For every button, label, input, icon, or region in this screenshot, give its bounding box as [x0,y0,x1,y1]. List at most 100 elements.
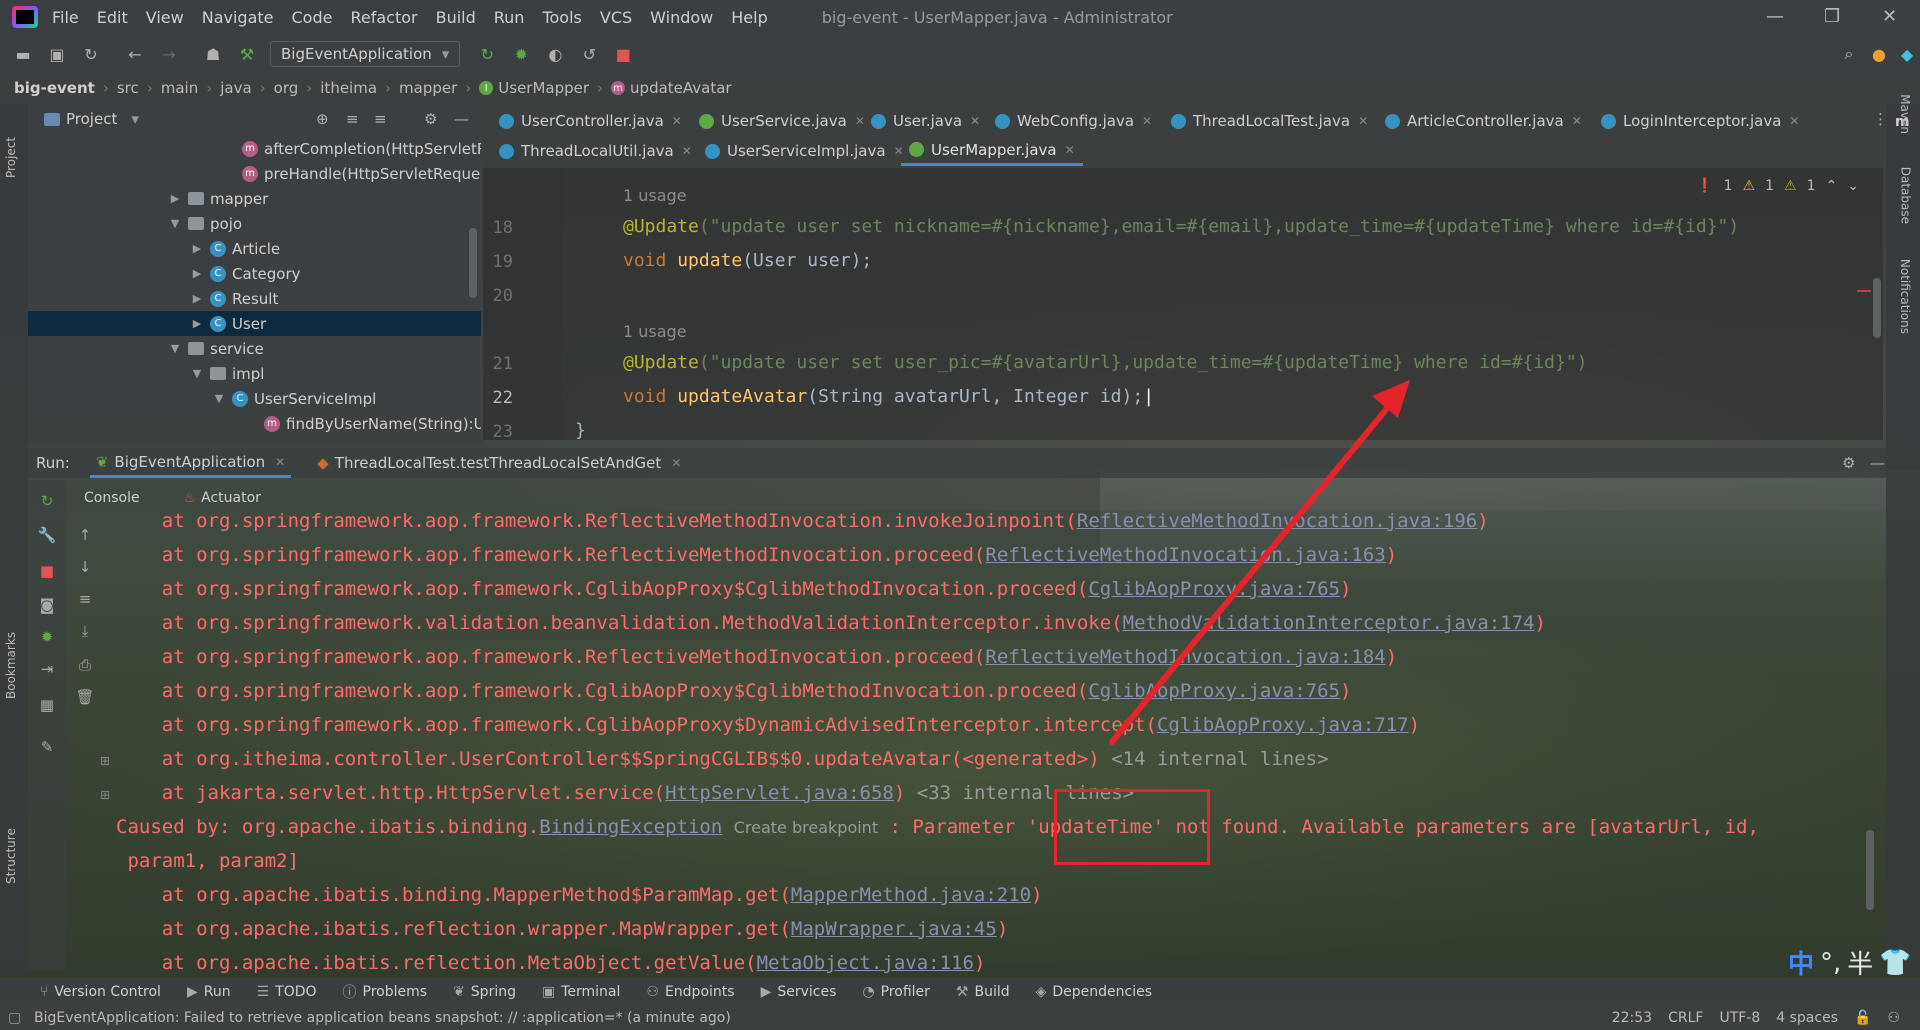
menu-view[interactable]: View [146,8,184,27]
forward-icon[interactable]: → [158,43,180,65]
inspection-widget[interactable]: ❗ 1 ⚠ 1 ⚠ 1 ⌃ ⌄ [1696,178,1859,194]
close-tab-icon[interactable]: ✕ [1142,114,1152,128]
debug-icon[interactable]: ✹ [510,43,532,65]
source-link[interactable]: CglibAopProxy.java:765 [1088,680,1340,702]
layout-icon[interactable]: ▦ [38,696,56,714]
breadcrumb-org[interactable]: org [274,79,299,97]
trash-icon[interactable]: 🗑 [75,688,94,706]
sync-icon[interactable]: ↻ [80,43,102,65]
bookmarks-tool-button[interactable]: Bookmarks [4,632,18,699]
scroll-to-end-icon[interactable]: ⤓ [76,622,94,640]
maven-tool-button[interactable]: Maven [1898,94,1912,134]
hide-panel-icon[interactable]: — [454,110,469,128]
close-tab-icon[interactable]: ✕ [672,114,682,128]
tool-version-control[interactable]: ⑂ Version Control [40,984,161,1000]
code-editor[interactable]: 18 19 20 21 22 23 1 usage @Update("updat… [483,168,1883,442]
editor-scrollbar[interactable] [1873,278,1881,338]
source-link[interactable]: ReflectiveMethodInvocation.java:163 [985,544,1385,566]
line-separator[interactable]: CRLF [1668,1010,1703,1026]
file-encoding[interactable]: UTF-8 [1719,1010,1760,1026]
tab-usermapper[interactable]: UserMapper.java ✕ [901,136,1083,166]
coverage-icon[interactable]: ◐ [544,43,566,65]
ide-status-icon[interactable]: ⚇ [1887,1010,1900,1026]
tree-item-pojo[interactable]: ▼ pojo [168,211,242,236]
stop-icon[interactable]: ■ [38,562,56,580]
chevron-up-icon[interactable]: ⌃ [1826,178,1838,194]
tab-articlecontroller[interactable]: ArticleController.java ✕ [1377,106,1590,136]
status-message[interactable]: BigEventApplication: Failed to retrieve … [34,1010,731,1026]
source-link[interactable]: MethodValidationInterceptor.java:174 [1123,612,1535,634]
run-tab-bigeventapplication[interactable]: ❦ BigEventApplication ✕ [89,448,292,478]
usage-hint[interactable]: 1 usage [623,186,687,205]
tool-spring[interactable]: ❦ Spring [453,984,516,1000]
chevron-right-icon[interactable]: ▶ [190,242,204,255]
source-link[interactable]: MapperMethod.java:210 [791,884,1031,906]
save-icon[interactable]: ▣ [46,43,68,65]
back-icon[interactable]: ← [124,43,146,65]
exit-icon[interactable]: ⇥ [38,660,56,678]
project-tool-button[interactable]: Project [4,137,18,178]
breadcrumb-java[interactable]: java [220,79,251,97]
chevron-down-icon[interactable]: ▼ [212,392,226,405]
tree-item-article[interactable]: ▶ C Article [190,236,280,261]
source-link[interactable]: MapWrapper.java:45 [791,918,997,940]
menu-navigate[interactable]: Navigate [202,8,274,27]
close-tab-icon[interactable]: ✕ [275,455,285,469]
source-link[interactable]: CglibAopProxy.java:765 [1088,578,1340,600]
tree-item-userserviceimpl[interactable]: ▼ C UserServiceImpl [212,386,377,411]
search-icon[interactable]: ⌕ [1838,43,1860,65]
notifications-tool-button[interactable]: Notifications [1898,259,1912,334]
expand-fold-icon[interactable]: ⊞ [100,754,110,768]
tool-dependencies[interactable]: ◈ Dependencies [1036,984,1152,1000]
subtab-console[interactable]: Console [80,490,144,506]
plugin-icon[interactable]: ◆ [1896,43,1918,65]
wrench-icon[interactable]: 🔧 [38,526,57,544]
tab-userserviceimpl[interactable]: UserServiceImpl.java ✕ [697,136,912,166]
folded-lines[interactable]: <33 internal lines> [905,782,1134,804]
tab-threadlocaltest[interactable]: ThreadLocalTest.java ✕ [1163,106,1376,136]
restore-icon[interactable]: ❐ [1824,6,1840,27]
tool-problems[interactable]: ⓘ Problems [343,982,428,1002]
tree-item-service[interactable]: ▼ service [168,336,264,361]
create-breakpoint-link[interactable]: Create breakpoint [734,818,878,837]
rerun-icon[interactable]: ↻ [38,492,56,510]
tree-item[interactable]: m afterCompletion(HttpServletR [242,136,481,161]
chevron-down-icon[interactable]: ▼ [168,342,182,355]
console-output[interactable]: at org.springframework.aop.framework.Ref… [100,510,1880,976]
tool-run[interactable]: ▶ Run [187,984,231,1000]
chevron-down-icon[interactable]: ⌄ [1847,178,1859,194]
menu-code[interactable]: Code [292,8,333,27]
close-tab-icon[interactable]: ✕ [1065,143,1075,157]
soft-wrap-icon[interactable]: ≡ [76,590,94,608]
gear-icon[interactable]: ⚙ [424,110,437,128]
breadcrumb-src[interactable]: src [117,79,139,97]
locate-icon[interactable]: ⊕ [316,110,329,128]
tool-build[interactable]: ⚒ Build [956,984,1010,1000]
tool-todo[interactable]: ☰ TODO [257,984,317,1000]
debug-icon[interactable]: ✹ [38,628,56,646]
toggle-tool-windows-icon[interactable]: ▢ [8,1010,21,1026]
breadcrumb-updateavatar[interactable]: updateAvatar [630,79,732,97]
tab-userservice[interactable]: UserService.java ✕ [691,106,873,136]
tree-item-mapper[interactable]: ▶ mapper [168,186,268,211]
tree-item[interactable]: m preHandle(HttpServletReques [242,161,481,186]
tab-user[interactable]: User.java ✕ [863,106,988,136]
console-scrollbar[interactable] [1866,830,1874,910]
chevron-right-icon[interactable]: ▶ [168,192,182,205]
close-tab-icon[interactable]: ✕ [682,144,692,158]
project-scrollbar[interactable] [469,228,477,298]
build-hammer-icon[interactable]: ⚒ [236,43,258,65]
menu-build[interactable]: Build [436,8,476,27]
source-link[interactable]: MetaObject.java:116 [757,952,974,974]
chevron-right-icon[interactable]: ▶ [190,317,204,330]
print-icon[interactable]: ⎙ [76,656,94,674]
tab-logininterceptor[interactable]: LoginInterceptor.java ✕ [1593,106,1807,136]
indent-setting[interactable]: 4 spaces [1776,1010,1838,1026]
database-tool-button[interactable]: Database [1898,167,1912,224]
menu-window[interactable]: Window [650,8,713,27]
tree-item[interactable]: m findByUserName(String):Us [264,411,481,436]
expand-fold-icon[interactable]: ⊞ [100,788,110,802]
hide-panel-icon[interactable]: — [1870,454,1885,472]
menu-refactor[interactable]: Refactor [350,8,417,27]
run-config-select[interactable]: BigEventApplication ▾ [270,41,461,67]
